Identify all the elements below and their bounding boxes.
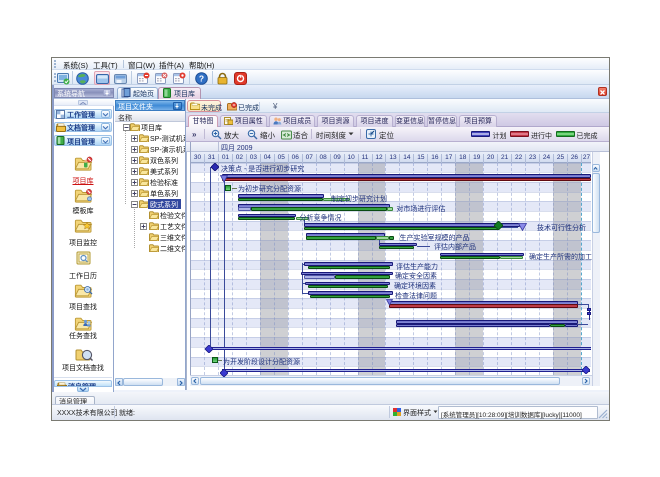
svg-text:?: ? <box>198 73 203 83</box>
